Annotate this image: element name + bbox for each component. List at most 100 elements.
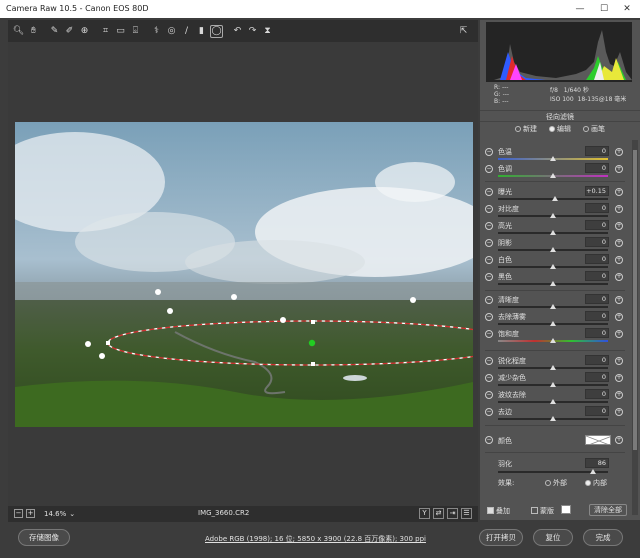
radial-filter-icon[interactable]: ◯ [210, 24, 223, 38]
maximize-icon[interactable]: ☐ [594, 0, 614, 18]
slider-value[interactable]: 0 [585, 271, 609, 281]
color-swatch[interactable] [585, 435, 611, 445]
slider-plus-icon[interactable]: + [615, 205, 623, 213]
slider-plus-icon[interactable]: + [615, 330, 623, 338]
slider-7[interactable]: − 黑色 0 + [485, 271, 630, 288]
slider-value[interactable]: 0 [585, 328, 609, 338]
slider-value[interactable]: 0 [585, 311, 609, 321]
slider-thumb[interactable] [550, 173, 556, 178]
mode-brush[interactable]: 画笔 [583, 124, 605, 136]
scrollbar-thumb[interactable] [633, 150, 637, 450]
slider-6[interactable]: − 白色 0 + [485, 254, 630, 271]
open-copy-button[interactable]: 打开拷贝 [479, 529, 523, 546]
photo-preview[interactable] [15, 122, 473, 427]
slider-plus-icon[interactable]: + [615, 374, 623, 382]
clear-all-button[interactable]: 清除全部 [589, 504, 627, 516]
slider-thumb[interactable] [550, 382, 556, 387]
slider-plus-icon[interactable]: + [615, 296, 623, 304]
slider-14[interactable]: − 去边 0 + [485, 406, 630, 423]
slider-thumb[interactable] [550, 247, 556, 252]
slider-thumb[interactable] [550, 399, 556, 404]
rotate-cw-icon[interactable]: ↷ [246, 25, 259, 38]
close-icon[interactable]: ✕ [617, 0, 637, 18]
graduated-filter-icon[interactable]: ▮ [195, 25, 208, 38]
slider-minus-icon[interactable]: − [485, 148, 493, 156]
crop-icon[interactable]: ⌗ [99, 25, 112, 38]
slider-5[interactable]: − 阴影 0 + [485, 237, 630, 254]
slider-thumb[interactable] [550, 230, 556, 235]
straighten-icon[interactable]: ▭ [114, 25, 127, 38]
white-balance-icon[interactable]: ✎ [48, 25, 61, 38]
slider-minus-icon[interactable]: − [485, 408, 493, 416]
image-canvas[interactable] [8, 42, 478, 506]
slider-13[interactable]: − 波纹去除 0 + [485, 389, 630, 406]
slider-10[interactable]: − 饱和度 0 + [485, 328, 630, 345]
done-button[interactable]: 完成 [583, 529, 623, 546]
slider-thumb[interactable] [550, 304, 556, 309]
panel-scrollbar[interactable] [632, 140, 638, 515]
slider-value[interactable]: 0 [585, 372, 609, 382]
zoom-in-button[interactable]: + [26, 509, 35, 518]
effect-outside[interactable]: 外部 [545, 478, 567, 488]
slider-minus-icon[interactable]: − [485, 205, 493, 213]
slider-value[interactable]: +0.15 [585, 186, 609, 196]
slider-11[interactable]: − 锐化程度 0 + [485, 355, 630, 372]
spot-removal-icon[interactable]: ⚕︎ [150, 25, 163, 38]
slider-thumb[interactable] [550, 338, 556, 343]
red-eye-icon[interactable]: ◎ [165, 25, 178, 38]
color-sampler-icon[interactable]: ✐ [63, 25, 76, 38]
slider-8[interactable]: − 清晰度 0 + [485, 294, 630, 311]
chevron-down-icon[interactable]: ⌄ [69, 510, 75, 518]
slider-plus-icon[interactable]: + [615, 256, 623, 264]
slider-plus-icon[interactable]: + [615, 165, 623, 173]
effect-inside[interactable]: 内部 [585, 478, 607, 488]
slider-value[interactable]: 0 [585, 389, 609, 399]
mask-color-swatch[interactable] [561, 505, 571, 514]
slider-thumb[interactable] [550, 321, 556, 326]
slider-0[interactable]: − 色温 0 + [485, 146, 630, 163]
slider-plus-icon[interactable]: + [615, 148, 623, 156]
slider-value[interactable]: 0 [585, 146, 609, 156]
preferences-icon[interactable]: ⇱ [457, 24, 470, 37]
slider-minus-icon[interactable]: − [485, 188, 493, 196]
transform-icon[interactable]: ⌺ [129, 25, 142, 38]
slider-value[interactable]: 0 [585, 163, 609, 173]
slider-value[interactable]: 0 [585, 406, 609, 416]
flip-icon[interactable]: ⧗ [261, 25, 274, 38]
slider-value[interactable]: 0 [585, 294, 609, 304]
slider-plus-icon[interactable]: + [615, 222, 623, 230]
slider-minus-icon[interactable]: − [485, 165, 493, 173]
feather-slider[interactable]: 羽化 86 [485, 458, 630, 478]
slider-3[interactable]: − 对比度 0 + [485, 203, 630, 220]
slider-value[interactable]: 0 [585, 237, 609, 247]
overlay-checkbox[interactable]: 叠加 [487, 506, 510, 516]
color-minus-icon[interactable]: − [485, 436, 493, 444]
slider-value[interactable]: 0 [585, 254, 609, 264]
slider-thumb[interactable] [550, 365, 556, 370]
slider-plus-icon[interactable]: + [615, 273, 623, 281]
view-settings-icon[interactable]: ☰ [461, 508, 472, 519]
slider-minus-icon[interactable]: − [485, 357, 493, 365]
workflow-options-link[interactable]: Adobe RGB (1998); 16 位; 5850 x 3900 (22.… [205, 534, 426, 544]
slider-thumb[interactable] [550, 213, 556, 218]
slider-plus-icon[interactable]: + [615, 391, 623, 399]
copy-settings-icon[interactable]: ⇥ [447, 508, 458, 519]
slider-plus-icon[interactable]: + [615, 188, 623, 196]
color-plus-icon[interactable]: + [615, 436, 623, 444]
brush-icon[interactable]: ∕ [180, 25, 193, 38]
reset-button[interactable]: 复位 [533, 529, 573, 546]
slider-plus-icon[interactable]: + [615, 239, 623, 247]
slider-minus-icon[interactable]: − [485, 374, 493, 382]
minimize-icon[interactable]: — [570, 0, 590, 18]
slider-value[interactable]: 0 [585, 220, 609, 230]
slider-thumb[interactable] [550, 416, 556, 421]
slider-plus-icon[interactable]: + [615, 313, 623, 321]
zoom-level[interactable]: 14.6% [44, 510, 66, 518]
slider-minus-icon[interactable]: − [485, 239, 493, 247]
rotate-ccw-icon[interactable]: ↶ [231, 25, 244, 38]
slider-minus-icon[interactable]: − [485, 330, 493, 338]
slider-1[interactable]: − 色调 0 + [485, 163, 630, 180]
slider-2[interactable]: − 曝光 +0.15 + [485, 186, 630, 203]
slider-value[interactable]: 0 [585, 203, 609, 213]
slider-thumb[interactable] [552, 196, 559, 201]
